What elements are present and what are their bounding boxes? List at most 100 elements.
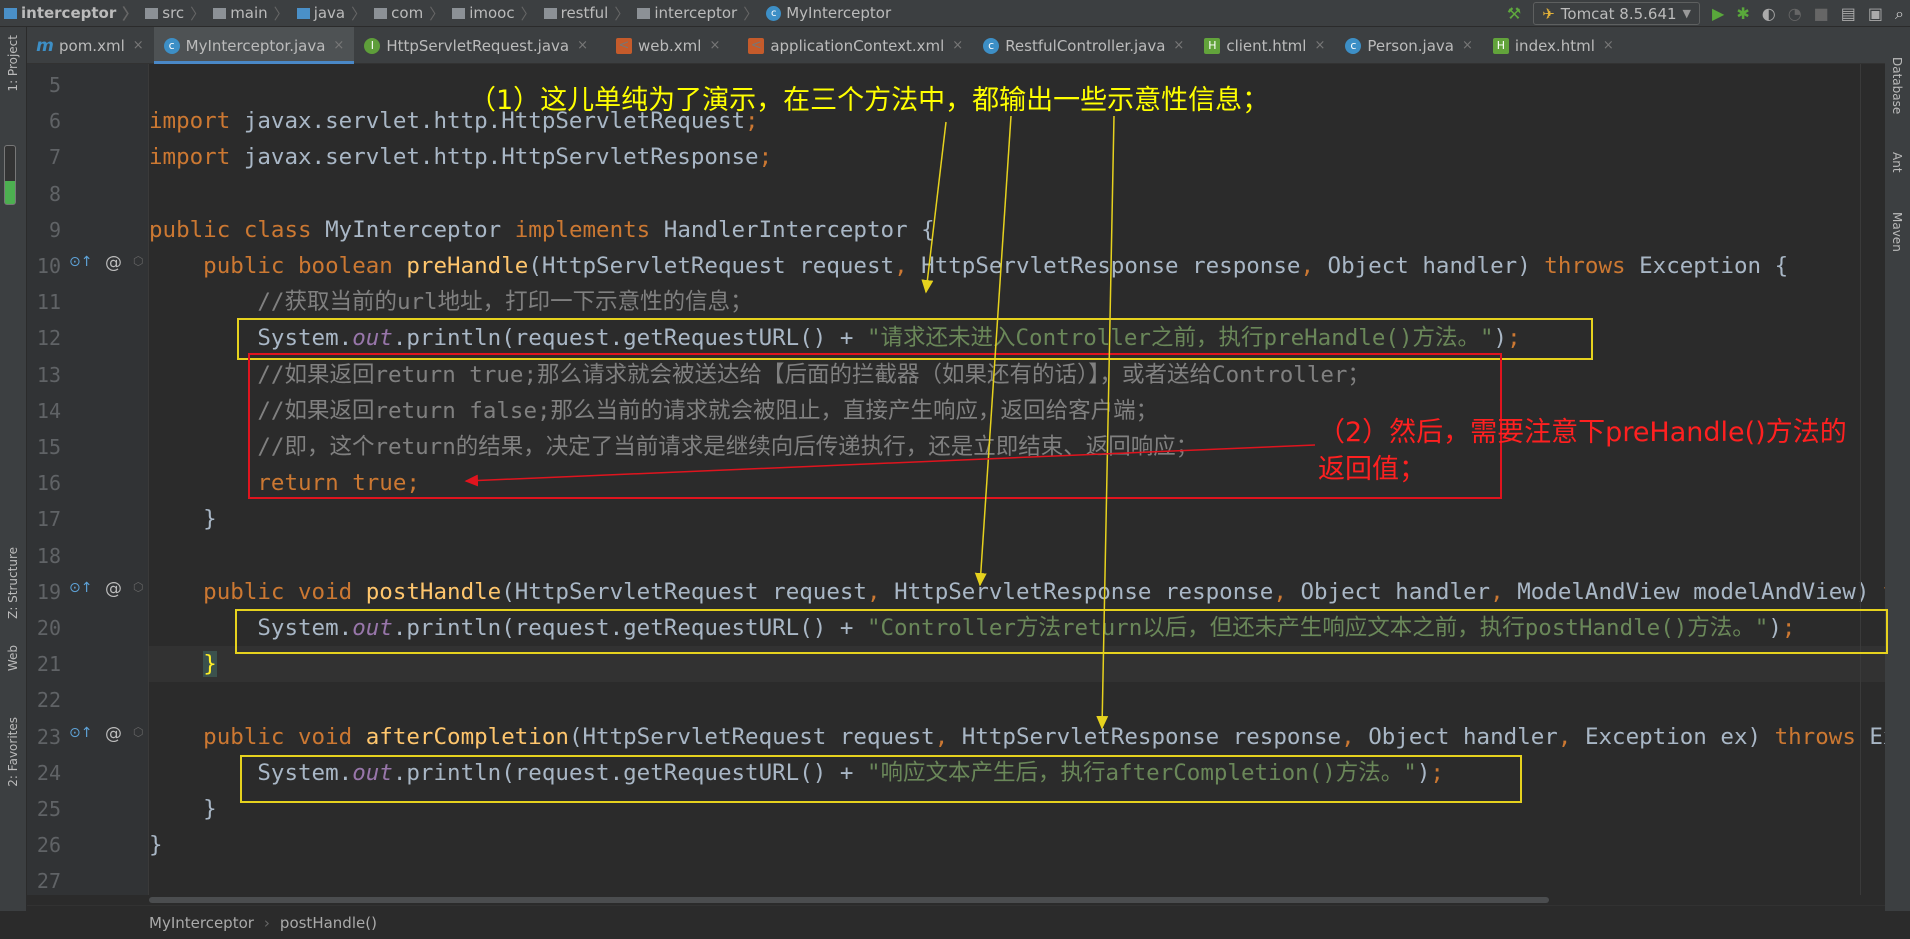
tool-structure[interactable]: Z: Structure: [6, 547, 20, 619]
breadcrumb-item[interactable]: java 〉: [293, 3, 370, 24]
implements-method-icon[interactable]: ⊙↑: [69, 254, 92, 270]
code-line[interactable]: [149, 863, 1885, 895]
debug-icon[interactable]: ✱: [1736, 4, 1749, 23]
close-icon[interactable]: ×: [1173, 38, 1184, 53]
implements-method-icon[interactable]: ⊙↑: [69, 725, 92, 741]
implements-method-icon[interactable]: ⊙↑: [69, 580, 92, 596]
xml-file-icon: <: [748, 37, 765, 54]
code-line[interactable]: public void postHandle(HttpServletReques…: [149, 574, 1885, 610]
breadcrumb-item[interactable]: c MyInterceptor: [762, 4, 895, 22]
breadcrumb-label: main: [230, 4, 268, 22]
code-line[interactable]: [149, 538, 1885, 574]
project-structure-icon[interactable]: ▤: [1841, 4, 1856, 23]
close-icon[interactable]: ×: [1603, 38, 1614, 53]
breadcrumb-label: com: [391, 4, 424, 22]
code-line[interactable]: public void afterCompletion(HttpServletR…: [149, 719, 1885, 755]
tab-label: MyInterceptor.java: [185, 36, 326, 55]
tab-label: RestfulController.java: [1005, 36, 1166, 55]
breadcrumb-label: restful: [560, 4, 609, 22]
breadcrumb-item[interactable]: interceptor 〉: [633, 3, 762, 24]
code-token: }: [203, 651, 217, 678]
code-line[interactable]: }: [149, 827, 1885, 863]
close-icon[interactable]: ×: [1314, 38, 1325, 53]
search-icon[interactable]: ⌕: [1895, 4, 1904, 24]
code-token: public void: [149, 578, 366, 605]
chevron-right-icon: 〉: [614, 4, 630, 23]
code-line[interactable]: [149, 176, 1885, 212]
code-token: //获取当前的url地址，打印一下示意性的信息；: [149, 289, 753, 316]
line-number: 9: [48, 217, 61, 242]
fold-icon[interactable]: ⬡: [133, 254, 143, 268]
tool-project[interactable]: 1: Project: [6, 35, 20, 92]
code-line[interactable]: [149, 682, 1885, 718]
tab-web-xml[interactable]: < web.xml ×: [598, 27, 730, 64]
code-token: Exception ex): [1584, 723, 1775, 750]
tab-httpservletrequest-java[interactable]: I HttpServletRequest.java ×: [354, 27, 598, 64]
stop-icon[interactable]: ■: [1814, 4, 1829, 23]
close-icon[interactable]: ×: [333, 38, 344, 53]
tab-pom-xml[interactable]: m pom.xml ×: [27, 27, 154, 64]
run-config-label: Tomcat 8.5.641: [1560, 4, 1677, 23]
code-token: public boolean: [149, 253, 407, 279]
code-line[interactable]: }: [149, 501, 1885, 537]
horizontal-scrollbar[interactable]: [149, 896, 1885, 904]
code-token: }: [149, 796, 217, 822]
fold-icon[interactable]: ⬡: [133, 725, 143, 739]
code-token: HttpServletResponse response: [894, 578, 1274, 605]
line-number: 20: [36, 616, 61, 640]
close-icon[interactable]: ×: [1462, 38, 1473, 53]
tool-database[interactable]: Database: [1890, 57, 1904, 114]
breadcrumb-label: src: [162, 4, 185, 22]
build-hammer-icon[interactable]: ⚒: [1507, 4, 1521, 23]
close-icon[interactable]: ×: [577, 38, 588, 53]
breadcrumb-item[interactable]: src 〉: [141, 3, 209, 24]
breadcrumb-item[interactable]: imooc 〉: [448, 3, 539, 24]
breadcrumb-item[interactable]: interceptor 〉: [0, 3, 141, 24]
code-line[interactable]: import javax.servlet.http.HttpServletRes…: [149, 139, 1885, 175]
line-number: 7: [48, 145, 61, 170]
left-tool-strip: 1: Project Z: Structure Web 2: Favorites: [0, 27, 27, 911]
run-configuration-select[interactable]: ✈ Tomcat 8.5.641 ▼: [1533, 2, 1700, 25]
close-icon[interactable]: ×: [133, 38, 144, 53]
breadcrumb-item[interactable]: restful 〉: [540, 3, 634, 24]
folder-icon: [452, 7, 466, 19]
code-token: Exception {: [1869, 723, 1885, 750]
tab-myinterceptor-java[interactable]: c MyInterceptor.java ×: [153, 27, 355, 64]
code-line[interactable]: public class MyInterceptor implements Ha…: [149, 212, 1885, 248]
coverage-icon[interactable]: ◐: [1762, 4, 1776, 23]
tab-restfulcontroller-java[interactable]: c RestfulController.java ×: [973, 27, 1194, 64]
terminal-icon[interactable]: ▣: [1868, 4, 1883, 23]
tab-index-html[interactable]: Hindex.html ×: [1483, 27, 1624, 64]
breadcrumb-label: MyInterceptor: [786, 4, 892, 22]
structure-breadcrumb: MyInterceptor › postHandle(): [27, 905, 1885, 939]
tool-maven[interactable]: Maven: [1890, 212, 1904, 252]
tool-web[interactable]: Web: [6, 645, 20, 671]
code-token: (HttpServletRequest request: [528, 253, 895, 279]
code-line[interactable]: //获取当前的url地址，打印一下示意性的信息；: [149, 284, 1885, 320]
breadcrumb-item[interactable]: main 〉: [209, 3, 293, 24]
line-number: 25: [36, 797, 61, 821]
profile-icon[interactable]: ◔: [1788, 4, 1802, 23]
crumb-method[interactable]: postHandle(): [280, 914, 377, 932]
code-token: Object handler: [1300, 578, 1491, 605]
code-line[interactable]: public boolean preHandle(HttpServletRequ…: [149, 248, 1885, 284]
fold-icon[interactable]: ⬡: [133, 580, 143, 594]
breadcrumb-item[interactable]: com 〉: [370, 3, 448, 24]
class-icon: c: [1345, 37, 1362, 54]
line-number: 12: [36, 326, 61, 351]
tab-client-html[interactable]: Hclient.html ×: [1194, 27, 1335, 64]
override-annotation-icon: @: [105, 578, 122, 599]
crumb-class[interactable]: MyInterceptor: [149, 914, 254, 932]
close-icon[interactable]: ×: [952, 38, 963, 53]
run-icon[interactable]: ▶: [1712, 4, 1724, 23]
tab-applicationcontext-xml[interactable]: < applicationContext.xml ×: [730, 27, 973, 64]
tool-favorites[interactable]: 2: Favorites: [6, 717, 20, 787]
close-icon[interactable]: ×: [709, 38, 720, 53]
code-token: Object handler: [1368, 723, 1558, 750]
annotation-note-2-line2: 返回值；: [1318, 454, 1426, 485]
chevron-right-icon: 〉: [190, 4, 206, 23]
code-token: ,: [894, 253, 922, 279]
editor-gutter: 5 6 7 8 9 10 ⊙↑ @ ⬡ 11 12 13 14 15 16 17 18 19 ⊙↑ @ ⬡ 20 21 22 2…: [27, 64, 149, 895]
tab-person-java[interactable]: c Person.java ×: [1335, 27, 1483, 64]
tool-ant[interactable]: Ant: [1890, 152, 1904, 173]
